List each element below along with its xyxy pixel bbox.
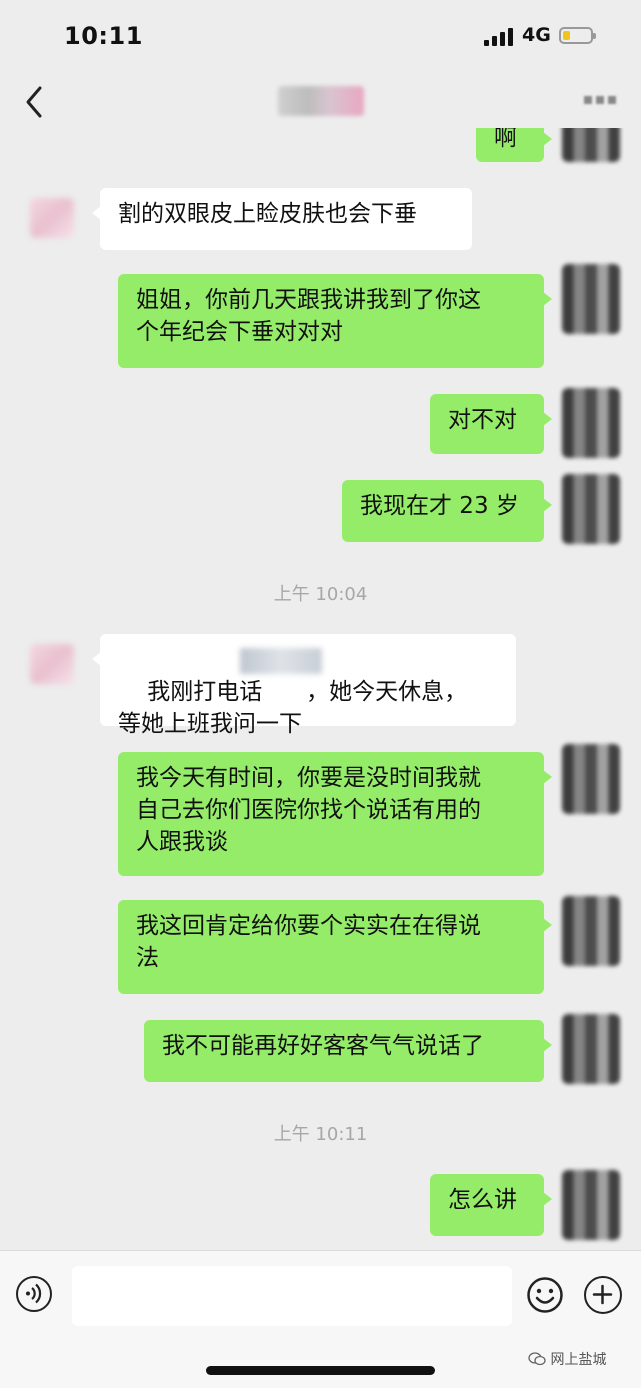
watermark-text: 网上盐城 (550, 1352, 607, 1368)
back-button[interactable] (20, 84, 50, 120)
wechat-icon (528, 1352, 546, 1366)
message-bubble-outgoing[interactable]: 啊 (476, 128, 552, 162)
avatar[interactable] (562, 1170, 620, 1240)
timestamp: 上午 10:11 (273, 1124, 368, 1145)
avatar[interactable] (562, 1014, 620, 1084)
chat-title (278, 86, 364, 116)
more-functions-button[interactable] (584, 1276, 622, 1314)
message-bubble-outgoing[interactable]: 我现在才 23 岁 (342, 480, 552, 542)
message-bubble-outgoing[interactable]: 我今天有时间，你要是没时间我就 自己去你们医院你找个说话有用的 人跟我谈 (118, 752, 552, 876)
avatar[interactable] (562, 744, 620, 814)
message-bubble-incoming[interactable]: 割的双眼皮上睑皮肤也会下垂 (92, 188, 472, 250)
emoji-icon (527, 1277, 563, 1313)
more-button[interactable] (584, 96, 616, 108)
voice-icon (26, 1283, 42, 1304)
avatar[interactable] (562, 474, 620, 544)
chevron-left-icon (26, 86, 42, 118)
message-list[interactable]: 啊 割的双眼皮上睑皮肤也会下垂 姐姐，你前几天跟我讲我到了你这 个年纪会下垂对对… (0, 128, 641, 1248)
plus-circle-icon (592, 1284, 613, 1305)
avatar[interactable] (562, 128, 620, 162)
message-bubble-outgoing[interactable]: 怎么讲 (430, 1174, 552, 1236)
emoji-button[interactable] (526, 1276, 564, 1314)
message-bubble-incoming[interactable]: 我刚打电话 ，她今天休息， 等她上班我问一下 (92, 634, 516, 737)
avatar[interactable] (562, 264, 620, 334)
network-type: 4G (522, 24, 551, 46)
avatar[interactable] (562, 896, 620, 966)
message-text: 我刚打电话 ，她今天休息， 等她上班我问一下 (118, 679, 468, 737)
timestamp: 上午 10:04 (273, 584, 368, 605)
avatar[interactable] (562, 388, 620, 458)
redacted-name (240, 648, 322, 674)
message-bubble-outgoing[interactable]: 对不对 (430, 394, 552, 454)
message-bubble-outgoing[interactable]: 我这回肯定给你要个实实在在得说 法 (118, 900, 552, 994)
message-input[interactable] (72, 1266, 512, 1326)
watermark: 网上盐城 (528, 1349, 606, 1369)
message-bubble-outgoing[interactable]: 我不可能再好好客客气气说话了 (144, 1020, 552, 1082)
message-bubble-outgoing[interactable]: 姐姐，你前几天跟我讲我到了你这 个年纪会下垂对对对 (118, 274, 552, 368)
battery-icon (559, 27, 596, 44)
signal-strength-icon (484, 28, 514, 46)
avatar[interactable] (30, 198, 74, 238)
more-dots-icon (584, 96, 592, 104)
avatar[interactable] (30, 644, 74, 684)
voice-button[interactable] (16, 1276, 52, 1312)
home-indicator (206, 1366, 435, 1375)
status-time: 10:11 (64, 22, 143, 50)
